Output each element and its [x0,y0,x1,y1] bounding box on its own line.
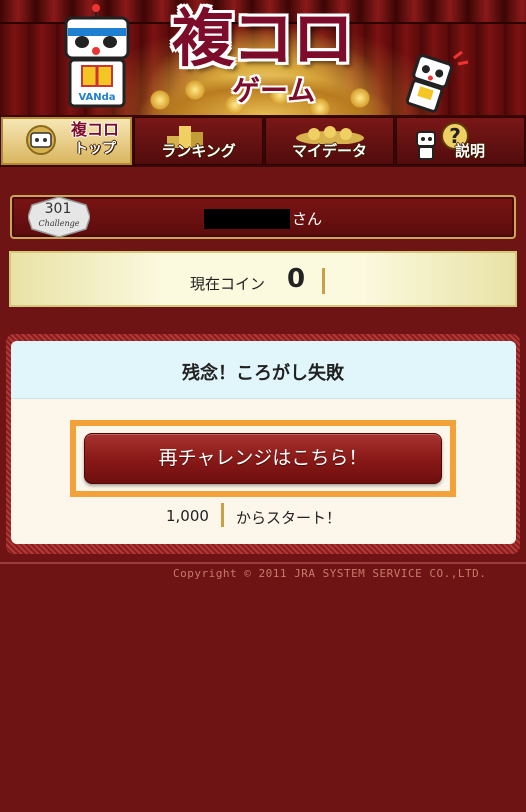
coin-pile-icon [296,126,364,144]
tab-help[interactable]: ? 説明 [396,117,525,165]
tab-ranking-label: ランキング [161,142,236,160]
badge-number: 301 [44,201,72,217]
footer-divider [0,562,526,564]
challenge-badge: 301 Challenge [28,195,90,239]
badge-label: Challenge [38,219,80,228]
tab-top[interactable]: 複コロ トップ [1,117,132,165]
coin-label: 現在コイン [190,275,266,293]
svg-text:VANda: VANda [78,92,115,103]
result-title: 残念！ころがし失敗 [182,363,344,384]
main-nav: 複コロ トップ ランキング マイデータ ? 説明 [0,115,526,167]
tab-mydata-label: マイデータ [291,142,367,160]
mascot-small-illustration [405,50,469,113]
tab-top-label-line2: トップ [74,141,116,157]
copyright: Copyright © 2011 JRA SYSTEM SERVICE CO.,… [173,567,487,580]
username-redacted [204,209,290,229]
logo-title: 複コロ [172,2,354,75]
tab-mydata[interactable]: マイデータ [265,117,394,165]
username-suffix: さん [292,210,323,228]
mascot-small-icon [416,131,436,160]
coin-value: 0 [287,264,306,294]
mascot-robot-illustration: VANda [64,4,130,108]
start-separator [221,503,224,527]
tab-top-label: 複コロ トップ [59,121,131,158]
start-text: からスタート！ [236,509,342,527]
header-banner: VANda 複コロ ゲーム [0,0,526,115]
coin-separator [322,268,325,294]
logo-subtitle: ゲーム [232,74,316,107]
start-amount: 1,000 [166,507,209,525]
mascot-face-icon [26,125,56,155]
tab-top-label-line1: 複コロ [70,120,119,139]
tab-ranking[interactable]: ランキング [134,117,263,165]
retry-button[interactable]: 再チャレンジはこちら！ [84,433,442,484]
tab-help-label: 説明 [455,142,486,160]
